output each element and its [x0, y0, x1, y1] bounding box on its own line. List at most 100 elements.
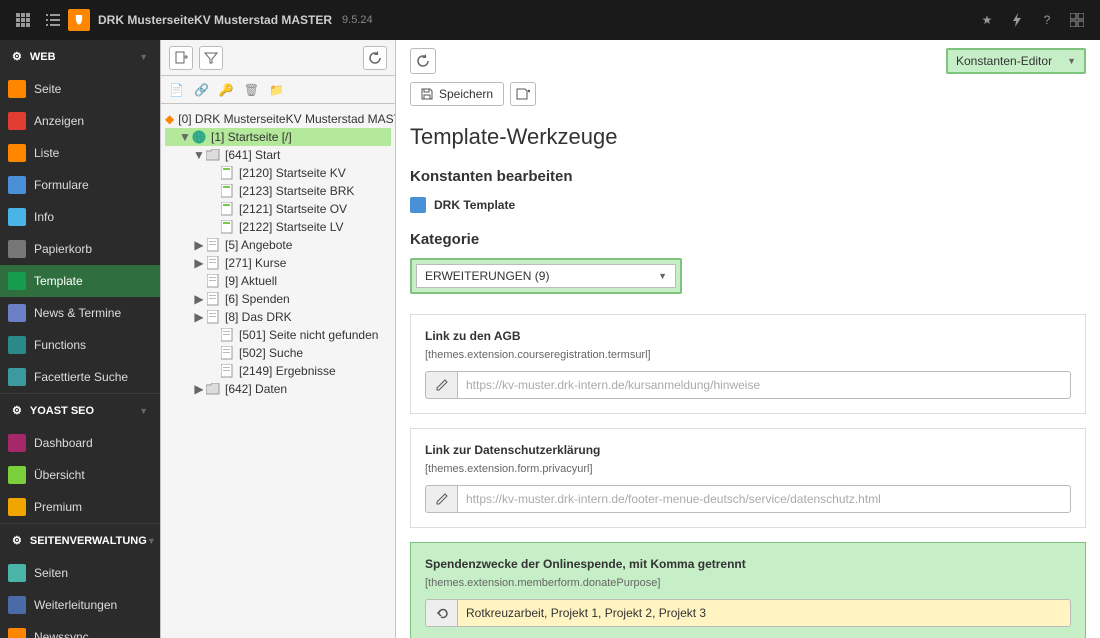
- category-label: Kategorie: [410, 231, 1086, 248]
- sidebar-item-premium[interactable]: Premium: [0, 491, 160, 523]
- refresh-button[interactable]: [410, 48, 436, 74]
- chevron-down-icon: ▼: [658, 271, 667, 281]
- tree-node-label: [501] Seite nicht gefunden: [239, 328, 378, 342]
- sidebar-item-newssync[interactable]: Newssync: [0, 621, 160, 638]
- tree-node[interactable]: ▶ [8] Das DRK: [165, 308, 391, 326]
- tree-node[interactable]: [2149] Ergebnisse: [165, 362, 391, 380]
- tree-node[interactable]: [2123] Startseite BRK: [165, 182, 391, 200]
- help-icon[interactable]: ?: [1032, 0, 1062, 40]
- module-icon: [8, 368, 26, 386]
- page-icon: [219, 364, 235, 378]
- trash-icon[interactable]: 🗑: [244, 83, 259, 97]
- tree-node[interactable]: ▼[1] Startseite [/]: [165, 128, 391, 146]
- tree-arrow-icon[interactable]: ▶: [193, 256, 205, 270]
- tree-node[interactable]: ▶[5] Angebote: [165, 236, 391, 254]
- sidebar-item-label: Info: [34, 210, 54, 224]
- sidebar-item-seiten[interactable]: Seiten: [0, 557, 160, 589]
- module-icon: [8, 208, 26, 226]
- typo3-logo-icon: [68, 9, 90, 31]
- page-tree: ◆[0] DRK MusterseiteKV Musterstad MAST▼[…: [161, 104, 395, 404]
- tree-node-label: [8] Das DRK: [225, 310, 292, 324]
- tree-node[interactable]: ▼ [641] Start: [165, 146, 391, 164]
- star-icon[interactable]: ★: [972, 0, 1002, 40]
- globe-icon: [191, 130, 207, 144]
- refresh-tree-button[interactable]: [363, 46, 387, 70]
- tree-node-label: [9] Aktuell: [225, 274, 277, 288]
- flash-icon[interactable]: [1002, 0, 1032, 40]
- sidebar-item-template[interactable]: Template: [0, 265, 160, 297]
- tree-node[interactable]: [2122] Startseite LV: [165, 218, 391, 236]
- sidebar-item-formulare[interactable]: Formulare: [0, 169, 160, 201]
- tree-node[interactable]: [501] Seite nicht gefunden: [165, 326, 391, 344]
- tree-node[interactable]: [2120] Startseite KV: [165, 164, 391, 182]
- edit-button[interactable]: [425, 485, 457, 513]
- sidebar-item-weiterleitungen[interactable]: Weiterleitungen: [0, 589, 160, 621]
- folder-icon[interactable]: 📁: [269, 83, 284, 97]
- sidebar-group-yoast[interactable]: ⚙YOAST SEO▼: [0, 394, 160, 427]
- sidebar-item-label: News & Termine: [34, 306, 121, 320]
- apps-icon[interactable]: [8, 0, 38, 40]
- save-button[interactable]: Speichern: [410, 82, 504, 106]
- tree-node[interactable]: ▶[642] Daten: [165, 380, 391, 398]
- sidebar-item-label: Papierkorb: [34, 242, 92, 256]
- field-label: Link zur Datenschutzerklärung: [425, 443, 1071, 457]
- category-select[interactable]: ERWEITERUNGEN (9)▼: [416, 264, 676, 288]
- menu-grid-icon[interactable]: [1062, 0, 1092, 40]
- tree-arrow-icon[interactable]: ▶: [193, 382, 205, 396]
- tree-node-label: [641] Start: [225, 148, 280, 162]
- tree-arrow-icon[interactable]: ▶: [193, 310, 205, 324]
- sidebar-item-label: Seiten: [34, 566, 68, 580]
- tree-arrow-icon[interactable]: ▶: [193, 292, 205, 306]
- link-icon[interactable]: 🔗: [194, 83, 209, 97]
- sidebar-item-label: Liste: [34, 146, 59, 160]
- mode-select[interactable]: Konstanten-Editor▼: [946, 48, 1086, 74]
- topbar: DRK MusterseiteKV Musterstad MASTER 9.5.…: [0, 0, 1100, 40]
- tree-arrow-icon[interactable]: ▼: [193, 148, 205, 162]
- sidebar-item-facettierte-suche[interactable]: Facettierte Suche: [0, 361, 160, 393]
- folder-icon: [205, 148, 221, 162]
- sidebar-item-label: Newssync: [34, 630, 89, 638]
- tree-arrow-icon[interactable]: ▼: [179, 130, 191, 144]
- filter-button[interactable]: [199, 46, 223, 70]
- section-heading: Konstanten bearbeiten: [410, 168, 1086, 185]
- tree-node[interactable]: [502] Suche: [165, 344, 391, 362]
- sidebar-item-info[interactable]: Info: [0, 201, 160, 233]
- page-icon: [205, 292, 221, 306]
- tree-arrow-icon[interactable]: ▶: [193, 238, 205, 252]
- sidebar-item-label: Facettierte Suche: [34, 370, 128, 384]
- module-icon: [8, 466, 26, 484]
- undo-button[interactable]: [425, 599, 457, 627]
- sidebar-item-übersicht[interactable]: Übersicht: [0, 459, 160, 491]
- folder-icon: [205, 382, 221, 396]
- list-icon[interactable]: [38, 0, 68, 40]
- tree-node[interactable]: [9] Aktuell: [165, 272, 391, 290]
- module-icon: [8, 304, 26, 322]
- doc-icon[interactable]: 📄: [169, 83, 184, 97]
- sidebar-item-news-&-termine[interactable]: News & Termine: [0, 297, 160, 329]
- sidebar-group-siteadmin[interactable]: ⚙SEITENVERWALTUNG▼: [0, 524, 160, 557]
- new-page-button[interactable]: [169, 46, 193, 70]
- key-icon[interactable]: 🔑: [219, 83, 234, 97]
- sidebar-item-papierkorb[interactable]: Papierkorb: [0, 233, 160, 265]
- field-path: [themes.extension.memberform.donatePurpo…: [425, 577, 1071, 589]
- sidebar-item-liste[interactable]: Liste: [0, 137, 160, 169]
- site-title: DRK MusterseiteKV Musterstad MASTER: [98, 13, 332, 27]
- save-close-button[interactable]: [510, 82, 536, 106]
- sidebar-item-functions[interactable]: Functions: [0, 329, 160, 361]
- sidebar-item-dashboard[interactable]: Dashboard: [0, 427, 160, 459]
- sidebar-item-anzeigen[interactable]: Anzeigen: [0, 105, 160, 137]
- page-icon: [219, 346, 235, 360]
- tree-node[interactable]: ▶[6] Spenden: [165, 290, 391, 308]
- tree-node[interactable]: [2121] Startseite OV: [165, 200, 391, 218]
- sidebar-item-label: Template: [34, 274, 83, 288]
- edit-button[interactable]: [425, 371, 457, 399]
- tree-node[interactable]: ▶[271] Kurse: [165, 254, 391, 272]
- field-input[interactable]: Rotkreuzarbeit, Projekt 1, Projekt 2, Pr…: [457, 599, 1071, 627]
- field-input[interactable]: https://kv-muster.drk-intern.de/kursanme…: [457, 371, 1071, 399]
- field-input[interactable]: https://kv-muster.drk-intern.de/footer-m…: [457, 485, 1071, 513]
- constant-field: Spendenzwecke der Onlinespende, mit Komm…: [410, 542, 1086, 638]
- tree-root[interactable]: ◆[0] DRK MusterseiteKV Musterstad MAST: [165, 110, 391, 128]
- page-icon: [219, 184, 235, 198]
- sidebar-group-web[interactable]: ⚙WEB▼: [0, 40, 160, 73]
- sidebar-item-seite[interactable]: Seite: [0, 73, 160, 105]
